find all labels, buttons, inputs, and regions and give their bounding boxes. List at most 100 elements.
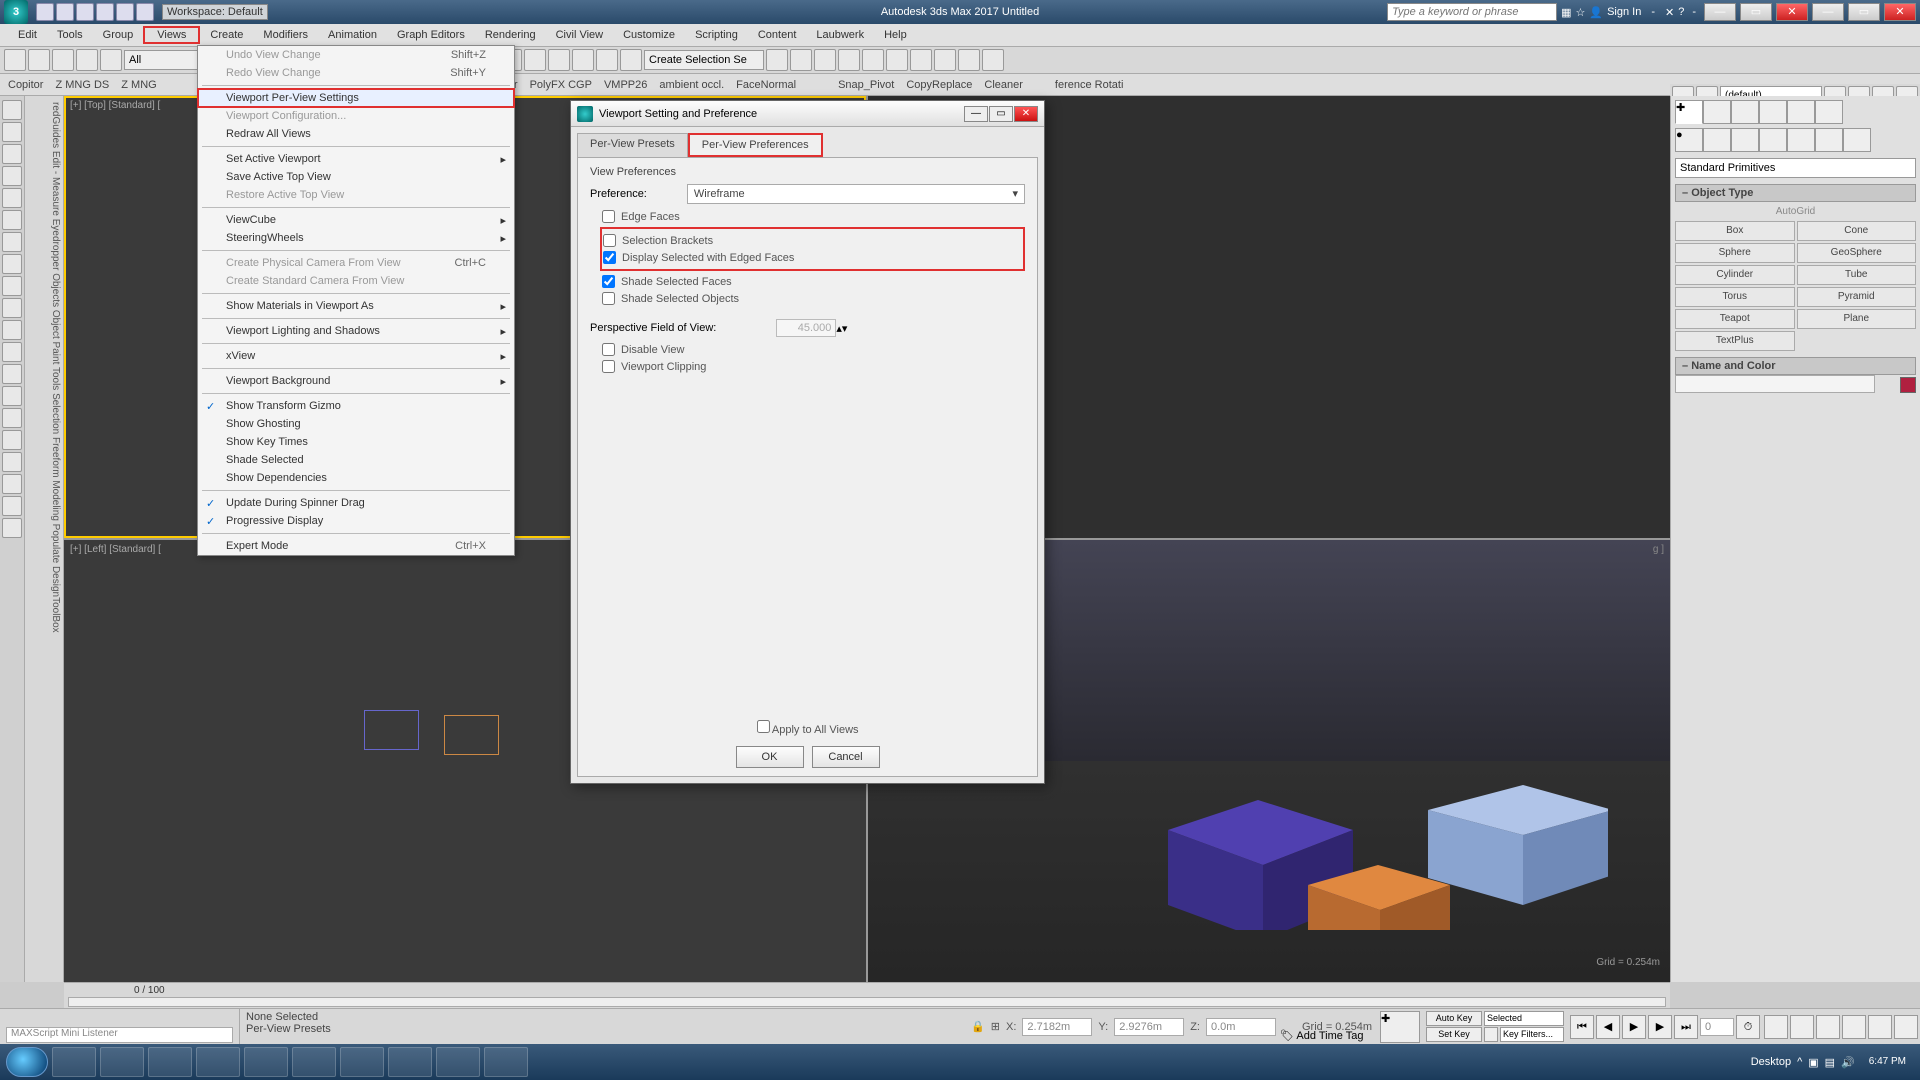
angle-snap-icon[interactable] bbox=[572, 49, 594, 71]
task-folder[interactable] bbox=[196, 1047, 240, 1077]
object-color-swatch[interactable] bbox=[1900, 377, 1916, 393]
lock-icon[interactable]: 🔒 bbox=[971, 1020, 985, 1033]
menu-item[interactable]: SteeringWheels bbox=[198, 229, 514, 247]
qa-redo-icon[interactable] bbox=[116, 3, 134, 21]
percent-snap-icon[interactable] bbox=[596, 49, 618, 71]
y-input[interactable] bbox=[1114, 1018, 1184, 1036]
layer-icon[interactable] bbox=[814, 49, 836, 71]
prim-cylinder[interactable]: Cylinder bbox=[1675, 265, 1795, 285]
task-explorer[interactable] bbox=[52, 1047, 96, 1077]
task-app[interactable] bbox=[388, 1047, 432, 1077]
keyfilters-button[interactable]: Key Filters... bbox=[1500, 1027, 1564, 1042]
menu-item[interactable]: ✓Show Transform Gizmo bbox=[198, 397, 514, 415]
prim-sphere[interactable]: Sphere bbox=[1675, 243, 1795, 263]
prim-geosphere[interactable]: GeoSphere bbox=[1797, 243, 1917, 263]
lb-icon[interactable] bbox=[2, 232, 22, 252]
create-tab-icon[interactable]: ✚ bbox=[1675, 100, 1703, 124]
tab-per-view-preferences[interactable]: Per-View Preferences bbox=[688, 133, 823, 157]
signin-link[interactable]: Sign In bbox=[1607, 6, 1641, 18]
render-setup-icon[interactable] bbox=[934, 49, 956, 71]
volume-icon[interactable]: 🔊 bbox=[1841, 1056, 1855, 1069]
task-chrome[interactable] bbox=[340, 1047, 384, 1077]
min2-button[interactable]: — bbox=[1812, 3, 1844, 21]
keymode-combo[interactable]: Selected bbox=[1484, 1011, 1564, 1026]
menu-customize[interactable]: Customize bbox=[613, 26, 685, 44]
clock[interactable]: 6:47 PM bbox=[1861, 1055, 1914, 1069]
prim-plane[interactable]: Plane bbox=[1797, 309, 1917, 329]
geometry-tab-icon[interactable]: ● bbox=[1675, 128, 1703, 152]
close-button[interactable]: ✕ bbox=[1776, 3, 1808, 21]
timetag[interactable]: 🏷 Add Time Tag bbox=[1280, 1029, 1363, 1042]
coord-mode-icon[interactable]: ⊞ bbox=[991, 1020, 1000, 1033]
lb-icon[interactable] bbox=[2, 496, 22, 516]
viewport-label[interactable]: [+] [Left] [Standard] [ bbox=[70, 544, 161, 555]
menu-item[interactable]: Redraw All Views bbox=[198, 125, 514, 143]
menu-item[interactable]: Save Active Top View bbox=[198, 168, 514, 186]
zoom-icon[interactable] bbox=[1790, 1015, 1814, 1039]
menu-item[interactable]: ✓Progressive Display bbox=[198, 512, 514, 530]
material-editor-icon[interactable] bbox=[910, 49, 932, 71]
max2-button[interactable]: ▭ bbox=[1848, 3, 1880, 21]
render-frame-icon[interactable] bbox=[958, 49, 980, 71]
shelf-item[interactable]: Cleaner bbox=[984, 79, 1023, 91]
zoom-ext-icon[interactable] bbox=[1816, 1015, 1840, 1039]
lb-icon[interactable] bbox=[2, 342, 22, 362]
chevron-up-icon[interactable]: ^ bbox=[1797, 1056, 1802, 1068]
manip-icon[interactable] bbox=[524, 49, 546, 71]
autogrid-checkbox[interactable]: AutoGrid bbox=[1675, 206, 1916, 217]
menu-item[interactable]: Show Materials in Viewport As bbox=[198, 297, 514, 315]
menu-content[interactable]: Content bbox=[748, 26, 807, 44]
task-onenote[interactable] bbox=[484, 1047, 528, 1077]
goto-start-icon[interactable]: ⏮ bbox=[1570, 1015, 1594, 1039]
dialog-min-button[interactable]: — bbox=[964, 106, 988, 122]
chk-edge-faces[interactable]: Edge Faces bbox=[602, 210, 1025, 223]
play-icon[interactable]: ▶ bbox=[1622, 1015, 1646, 1039]
min-button[interactable]: — bbox=[1704, 3, 1736, 21]
menu-item[interactable]: ViewCube bbox=[198, 211, 514, 229]
task-outlook[interactable] bbox=[148, 1047, 192, 1077]
cancel-button[interactable]: Cancel bbox=[812, 746, 880, 768]
desktop-toolbar[interactable]: Desktop bbox=[1751, 1056, 1791, 1068]
shelf-item[interactable]: Z MNG bbox=[121, 79, 156, 91]
menu-help[interactable]: Help bbox=[874, 26, 917, 44]
lb-icon[interactable] bbox=[2, 518, 22, 538]
object-type-rollout[interactable]: Object Type bbox=[1675, 184, 1916, 202]
qa-save-icon[interactable] bbox=[76, 3, 94, 21]
shelf-item[interactable]: Snap_Pivot bbox=[838, 79, 894, 91]
task-3dsmax[interactable] bbox=[292, 1047, 336, 1077]
shelf-item[interactable]: ambient occl. bbox=[659, 79, 724, 91]
infocenter-icon[interactable]: ▦ bbox=[1561, 6, 1571, 19]
close2-button[interactable]: ✕ bbox=[1884, 3, 1916, 21]
shelf-item[interactable]: CopyReplace bbox=[906, 79, 972, 91]
qa-new-icon[interactable] bbox=[36, 3, 54, 21]
primitive-category[interactable]: Standard Primitives bbox=[1675, 158, 1916, 178]
menu-item[interactable]: xView bbox=[198, 347, 514, 365]
helpers-tab-icon[interactable] bbox=[1787, 128, 1815, 152]
curve-editor-icon[interactable] bbox=[862, 49, 884, 71]
setkey-button[interactable]: Set Key bbox=[1426, 1027, 1482, 1042]
link-icon[interactable] bbox=[52, 49, 74, 71]
snap-icon[interactable] bbox=[548, 49, 570, 71]
prim-torus[interactable]: Torus bbox=[1675, 287, 1795, 307]
menu-item[interactable]: Viewport Per-View Settings bbox=[197, 88, 515, 108]
slider-track[interactable] bbox=[68, 997, 1666, 1007]
lb-icon[interactable] bbox=[2, 144, 22, 164]
spinner-snap-icon[interactable] bbox=[620, 49, 642, 71]
qa-project-icon[interactable] bbox=[136, 3, 154, 21]
named-sel-set[interactable]: Create Selection Se bbox=[644, 50, 764, 70]
lb-icon[interactable] bbox=[2, 298, 22, 318]
prev-frame-icon[interactable]: ◀ bbox=[1596, 1015, 1620, 1039]
autokey-button[interactable]: Auto Key bbox=[1426, 1011, 1482, 1026]
dialog-close-button[interactable]: ✕ bbox=[1014, 106, 1038, 122]
shelf-item[interactable]: ference Rotati bbox=[1055, 79, 1123, 91]
fov-input[interactable] bbox=[776, 319, 836, 337]
lb-icon[interactable] bbox=[2, 452, 22, 472]
set-key-bigbtn[interactable]: ✚ bbox=[1380, 1011, 1420, 1043]
lb-icon[interactable] bbox=[2, 474, 22, 494]
menu-group[interactable]: Group bbox=[93, 26, 144, 44]
viewport-label[interactable]: [+] [Top] [Standard] [ bbox=[70, 100, 160, 111]
menu-animation[interactable]: Animation bbox=[318, 26, 387, 44]
orbit-icon[interactable] bbox=[1868, 1015, 1892, 1039]
goto-end-icon[interactable]: ⏭ bbox=[1674, 1015, 1698, 1039]
workspace-selector[interactable]: Workspace: Default bbox=[162, 4, 268, 20]
